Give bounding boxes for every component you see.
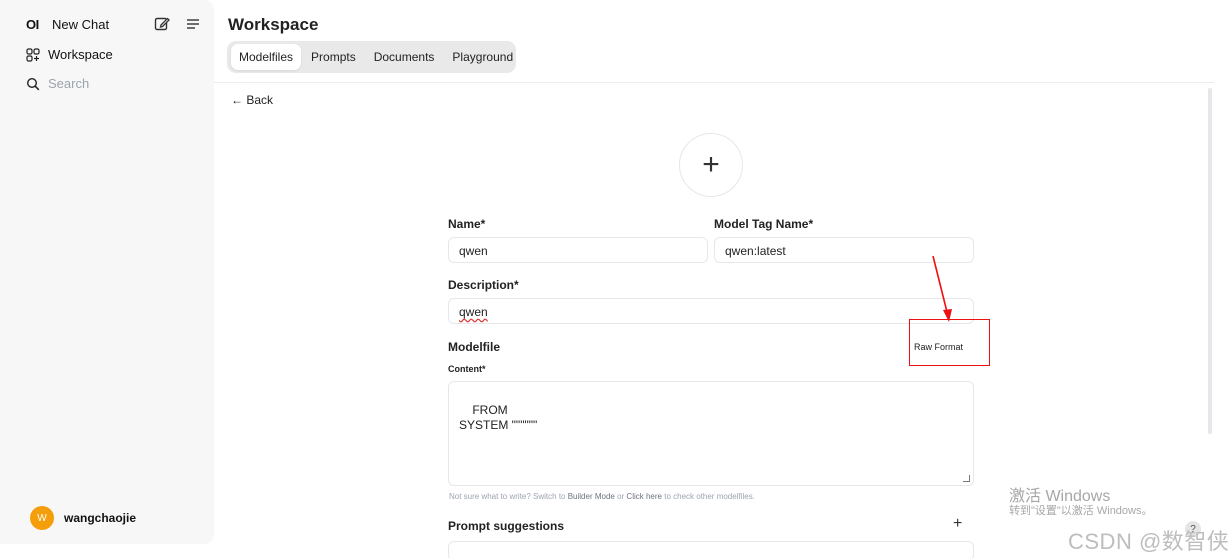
content-value: FROM SYSTEM """""" — [459, 403, 538, 432]
user-menu[interactable]: W wangchaojie — [30, 506, 136, 530]
hint-mid: or — [614, 492, 627, 501]
app-window: OI New Chat Workspace Search W wangchaoj… — [0, 0, 1230, 558]
edit-icon[interactable] — [154, 16, 170, 32]
menu-icon[interactable] — [186, 18, 200, 30]
sidebar-item-workspace[interactable]: Workspace — [26, 47, 113, 62]
click-here-link[interactable]: Click here — [626, 492, 662, 501]
sidebar: OI New Chat Workspace Search W wangchaoj… — [0, 0, 214, 544]
csdn-watermark: CSDN @数智侠 — [1068, 529, 1230, 554]
content-textarea[interactable]: FROM SYSTEM """""" — [448, 381, 974, 486]
app-logo: OI — [26, 17, 39, 32]
prompt-suggestions-label: Prompt suggestions — [448, 519, 565, 533]
description-label: Description* — [448, 278, 519, 292]
new-chat-button[interactable]: OI New Chat — [26, 17, 109, 32]
tab-documents[interactable]: Documents — [366, 44, 443, 70]
upload-image-button[interactable]: + — [679, 133, 743, 197]
page-title: Workspace — [228, 15, 319, 34]
tab-bar: Modelfiles Prompts Documents Playground — [227, 41, 516, 73]
annotation-arrow-icon — [932, 255, 952, 322]
hint-prefix: Not sure what to write? Switch to — [449, 492, 568, 501]
windows-activation-subtitle: 转到"设置"以激活 Windows。 — [1009, 505, 1153, 517]
tab-modelfiles[interactable]: Modelfiles — [231, 44, 302, 70]
back-button[interactable]: ← Back — [231, 93, 273, 107]
builder-mode-link[interactable]: Builder Mode — [568, 492, 615, 501]
grid-icon — [26, 47, 40, 62]
modelfile-label: Modelfile — [448, 340, 501, 354]
tab-prompts[interactable]: Prompts — [303, 44, 364, 70]
header-divider — [214, 82, 1214, 83]
search-input[interactable]: Search — [26, 76, 89, 91]
builder-hint: Not sure what to write? Switch to Builde… — [449, 492, 755, 501]
new-chat-label: New Chat — [52, 17, 110, 32]
description-value: qwen — [459, 305, 488, 319]
tab-playground[interactable]: Playground — [444, 44, 521, 70]
description-field[interactable]: qwen — [448, 298, 974, 324]
prompt-suggestion-field[interactable] — [448, 541, 974, 558]
username: wangchaojie — [64, 511, 137, 525]
content-label: Content* — [448, 364, 486, 374]
name-label: Name* — [448, 217, 486, 231]
sidebar-item-label: Workspace — [48, 47, 113, 62]
resize-handle-icon[interactable] — [963, 475, 970, 482]
search-placeholder: Search — [48, 76, 90, 91]
add-prompt-button[interactable]: + — [953, 515, 962, 533]
name-field[interactable]: qwen — [448, 237, 708, 263]
scrollbar[interactable] — [1208, 88, 1212, 434]
hint-suffix: to check other modelfiles. — [662, 492, 755, 501]
search-icon — [26, 77, 40, 90]
avatar: W — [30, 506, 54, 530]
model-tag-label: Model Tag Name* — [714, 217, 814, 231]
